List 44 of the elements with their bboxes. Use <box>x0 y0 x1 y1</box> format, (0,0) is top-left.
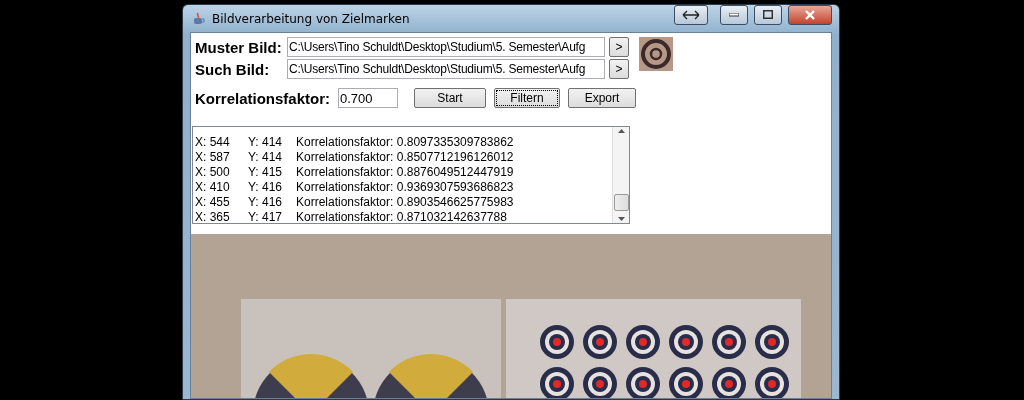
maximize-icon <box>763 10 773 19</box>
close-icon <box>805 9 815 20</box>
scroll-thumb[interactable] <box>613 194 629 211</box>
minimize-button[interactable] <box>720 5 748 25</box>
field-label: Muster Bild: <box>195 38 283 56</box>
y-coordinate: Y: 416 <box>248 180 284 195</box>
browse-button[interactable]: > <box>609 59 629 79</box>
correlation-value: Korrelationsfaktor: 0.9369307593686823 <box>296 180 515 195</box>
close-button[interactable] <box>788 5 832 25</box>
action-button[interactable]: Filtern <box>494 88 561 108</box>
x-coordinate: X: 410 <box>195 180 231 195</box>
target-preview-icon <box>639 37 673 71</box>
factor-label: Korrelationsfaktor: <box>195 89 331 107</box>
action-button[interactable]: Export <box>568 88 637 108</box>
x-coordinate: X: 365 <box>195 210 231 223</box>
correlation-value: Korrelationsfaktor: 0.8876049512447919 <box>296 165 515 180</box>
y-coordinate: Y: 416 <box>248 195 284 210</box>
y-coordinate: Y: 414 <box>248 150 284 165</box>
window-title: Bildverarbeitung von Zielmarken <box>212 11 411 26</box>
browse-button[interactable]: > <box>609 37 629 57</box>
scrollbar[interactable] <box>612 127 629 223</box>
double-arrow-icon <box>682 9 700 20</box>
correlation-value: Korrelationsfaktor: 0.8903546625775983 <box>296 195 515 210</box>
factor-field[interactable]: 0.700 <box>338 88 399 108</box>
correlation-value: Korrelationsfaktor: 0.8097335309783862 <box>296 135 515 150</box>
x-coordinate: X: 544 <box>195 135 231 150</box>
field-label: Such Bild: <box>195 60 271 78</box>
x-coordinate: X: 500 <box>195 165 231 180</box>
correlation-value: Korrelationsfaktor: 0.8507712196126012 <box>296 150 515 165</box>
correlation-value: Korrelationsfaktor: 0.871032142637788 <box>296 210 508 223</box>
action-button[interactable]: Start <box>414 88 487 108</box>
minimize-icon <box>729 12 739 17</box>
resize-button[interactable] <box>674 5 708 25</box>
scroll-down-icon[interactable] <box>617 217 625 221</box>
java-cup-icon <box>192 11 206 26</box>
path-field[interactable]: C:\Users\Tino Schuldt\Desktop\Studium\5. Semester\Aufg <box>287 59 605 79</box>
path-field[interactable]: C:\Users\Tino Schuldt\Desktop\Studium\5. Semester\Aufg <box>287 37 605 57</box>
maximize-button[interactable] <box>754 5 782 25</box>
scroll-up-icon[interactable] <box>617 129 625 133</box>
x-coordinate: X: 455 <box>195 195 231 210</box>
y-coordinate: Y: 414 <box>248 135 284 150</box>
y-coordinate: Y: 415 <box>248 165 284 180</box>
y-coordinate: Y: 417 <box>248 210 284 223</box>
x-coordinate: X: 587 <box>195 150 231 165</box>
